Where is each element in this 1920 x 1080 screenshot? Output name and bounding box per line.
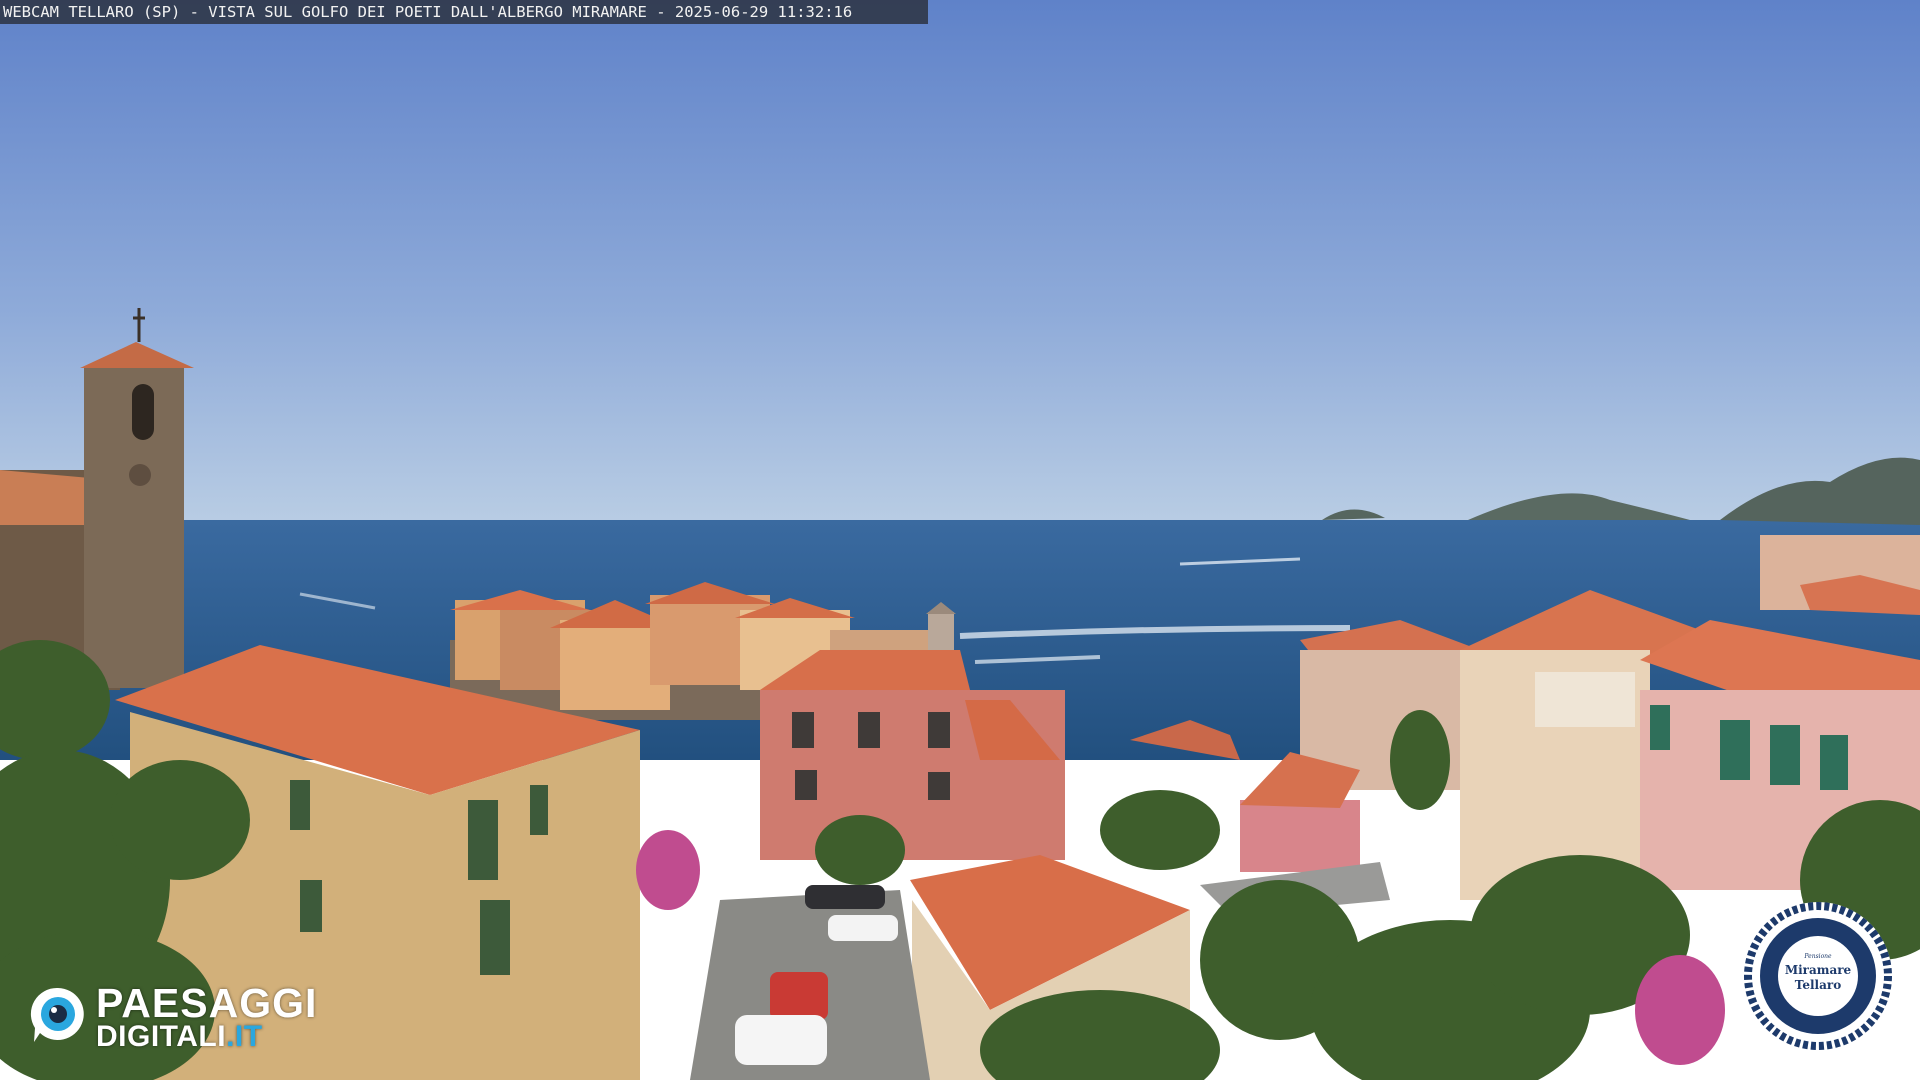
- eye-icon: [30, 987, 84, 1042]
- sky: [0, 0, 1920, 525]
- brand-name-tld: .IT: [226, 1020, 263, 1053]
- car: [805, 885, 885, 909]
- car: [735, 1015, 827, 1065]
- webcam-landscape-image: [0, 0, 1920, 1080]
- seal-top-text: Pensione: [1803, 953, 1832, 960]
- seal-line1: Miramare: [1785, 963, 1852, 977]
- car: [770, 972, 828, 1020]
- church-roof: [0, 470, 90, 525]
- webcam-caption: WEBCAM TELLARO (SP) - VISTA SUL GOLFO DE…: [0, 0, 928, 24]
- brand-name-line2: DIGITALI.IT: [96, 1020, 263, 1054]
- car: [828, 915, 898, 941]
- miramare-seal-logo: Pensione Miramare Tellaro: [1744, 902, 1892, 1050]
- brand-name-domain: DIGITALI: [96, 1020, 227, 1053]
- brand-logo: PAESAGGI DIGITALI.IT: [28, 980, 348, 1054]
- house-wall: [1240, 800, 1360, 872]
- seal-line2: Tellaro: [1795, 978, 1841, 992]
